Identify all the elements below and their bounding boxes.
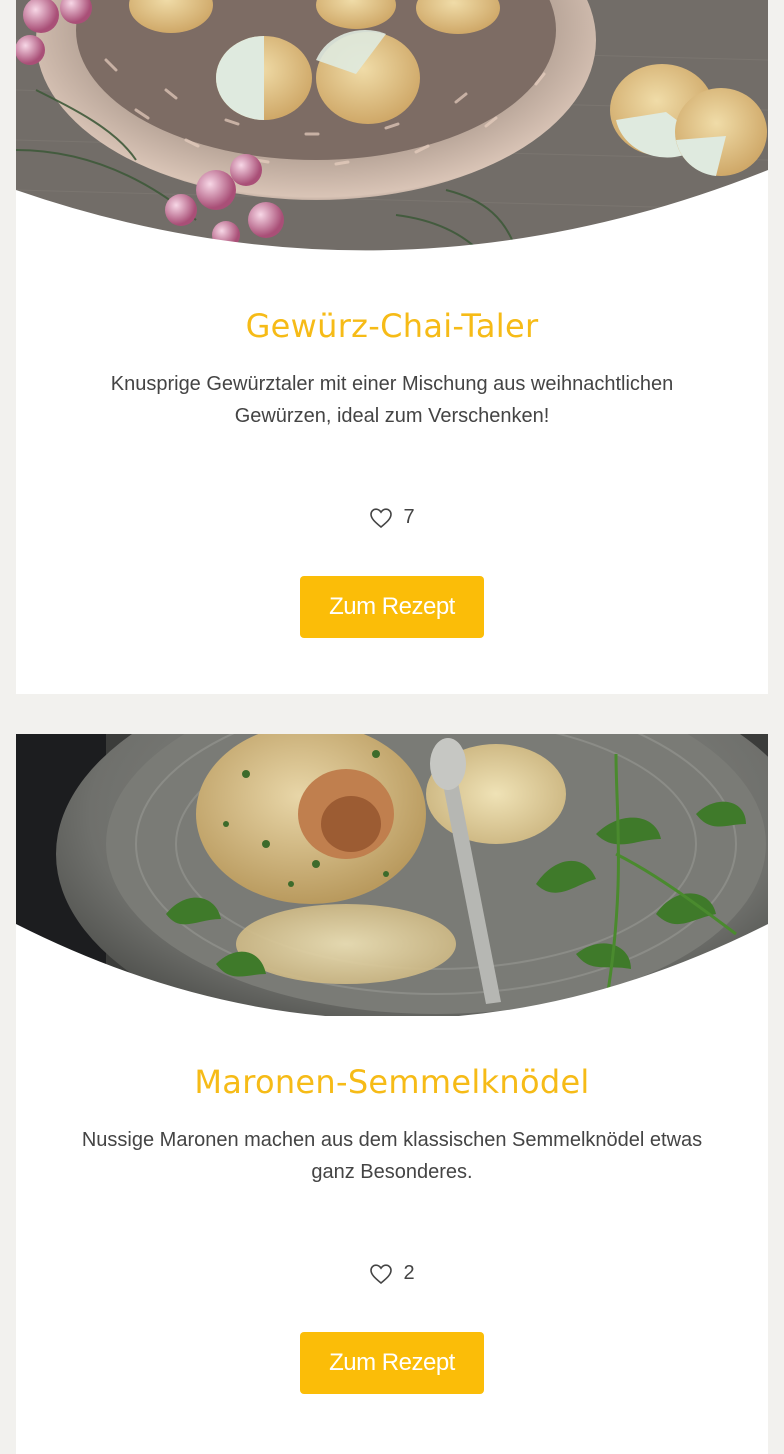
likes: 2: [16, 1262, 768, 1285]
heart-icon[interactable]: [369, 507, 393, 529]
recipe-title[interactable]: Gewürz-Chai-Taler: [16, 307, 768, 345]
dumpling-photo: [16, 734, 768, 1016]
likes: 7: [16, 506, 768, 529]
recipe-title[interactable]: Maronen-Semmelknödel: [16, 1063, 768, 1101]
recipe-description: Knusprige Gewürztaler mit einer Mischung…: [110, 373, 674, 427]
cookies-photo: [16, 0, 768, 258]
likes-count: 7: [403, 506, 415, 528]
recipe-image[interactable]: [16, 734, 768, 1016]
recipe-button[interactable]: Zum Rezept: [300, 576, 484, 638]
likes-count: 2: [403, 1262, 415, 1284]
recipe-card: Maronen-Semmelknödel Nussige Maronen mac…: [16, 734, 768, 1454]
recipe-description: Nussige Maronen machen aus dem klassisch…: [81, 1129, 703, 1183]
recipe-card: Gewürz-Chai-Taler Knusprige Gewürztaler …: [16, 0, 768, 694]
heart-icon[interactable]: [369, 1263, 393, 1285]
recipe-button[interactable]: Zum Rezept: [300, 1332, 484, 1394]
recipe-image[interactable]: [16, 0, 768, 258]
